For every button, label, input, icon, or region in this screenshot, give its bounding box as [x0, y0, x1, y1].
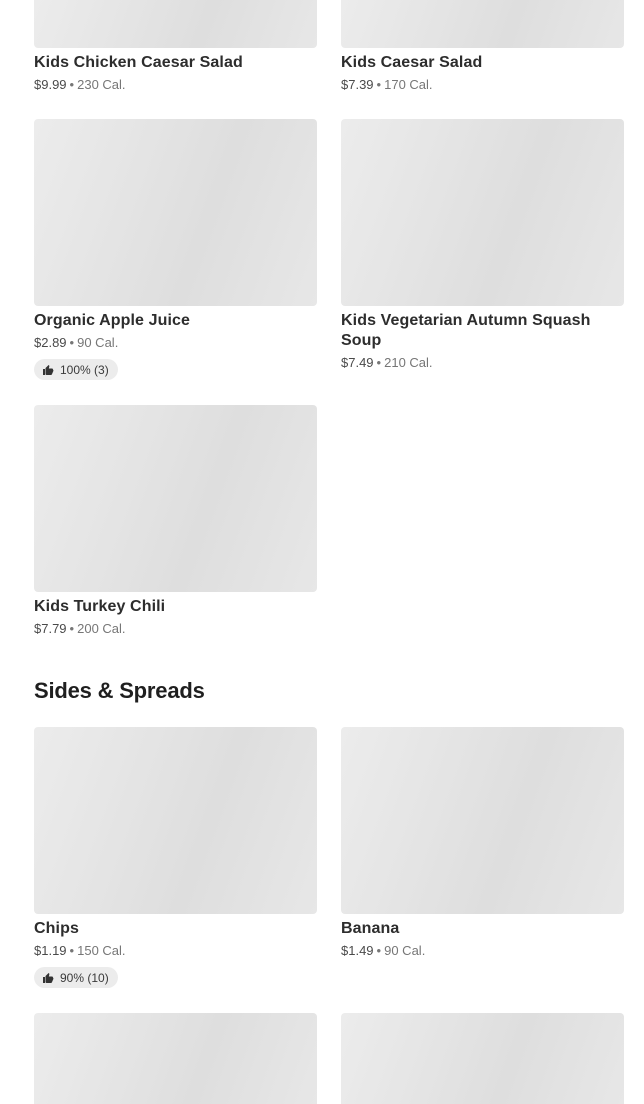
rating-text: 100% (3) [60, 362, 109, 377]
item-calories: 170 Cal. [384, 77, 433, 92]
menu-item-card[interactable] [34, 1013, 317, 1104]
thumbs-up-icon [43, 972, 54, 983]
item-calories: 230 Cal. [77, 77, 126, 92]
menu-item-card[interactable]: Kids Vegetarian Autumn Squash Soup $7.49… [341, 119, 624, 371]
rating-badge: 100% (3) [34, 359, 118, 380]
section-title: Sides & Spreads [34, 678, 205, 703]
item-calories: 90 Cal. [384, 943, 426, 958]
item-calories: 210 Cal. [384, 355, 433, 370]
item-calories: 200 Cal. [77, 621, 126, 636]
item-meta: $9.99 • 230 Cal. [34, 77, 317, 93]
item-meta: $1.19 • 150 Cal. [34, 943, 317, 959]
separator-dot: • [69, 77, 75, 92]
item-name: Chips [34, 920, 79, 937]
item-meta: $7.79 • 200 Cal. [34, 621, 317, 637]
rating-badge: 90% (10) [34, 967, 118, 988]
item-name: Kids Turkey Chili [34, 598, 166, 615]
item-image [34, 0, 317, 48]
item-name: Kids Vegetarian Autumn Squash Soup [341, 312, 591, 349]
separator-dot: • [376, 77, 382, 92]
item-image [341, 119, 624, 306]
thumbs-up-icon [43, 364, 54, 375]
item-meta: $7.49 • 210 Cal. [341, 355, 624, 371]
menu-item-card[interactable]: Kids Caesar Salad $7.39 • 170 Cal. [341, 0, 624, 93]
item-meta: $1.49 • 90 Cal. [341, 943, 624, 959]
item-image [341, 0, 624, 48]
item-image [34, 119, 317, 306]
item-price: $1.19 [34, 943, 67, 958]
item-image [34, 1013, 317, 1104]
menu-item-card[interactable]: Kids Chicken Caesar Salad $9.99 • 230 Cal. [34, 0, 317, 93]
item-calories: 90 Cal. [77, 335, 119, 350]
separator-dot: • [376, 355, 382, 370]
item-name: Kids Chicken Caesar Salad [34, 54, 243, 71]
item-image [341, 727, 624, 914]
item-name: Organic Apple Juice [34, 312, 191, 329]
item-price: $2.89 [34, 335, 67, 350]
separator-dot: • [69, 335, 75, 350]
item-name: Kids Caesar Salad [341, 54, 483, 71]
menu-item-card[interactable]: Kids Turkey Chili $7.79 • 200 Cal. [34, 405, 317, 637]
item-price: $7.79 [34, 621, 67, 636]
rating-text: 90% (10) [60, 970, 109, 985]
item-meta: $2.89 • 90 Cal. [34, 335, 317, 351]
item-image [341, 1013, 624, 1104]
item-price: $7.49 [341, 355, 374, 370]
separator-dot: • [69, 943, 75, 958]
item-name: Banana [341, 920, 400, 937]
item-price: $7.39 [341, 77, 374, 92]
menu-item-card[interactable]: Chips $1.19 • 150 Cal. 90% (10) [34, 727, 317, 989]
separator-dot: • [376, 943, 382, 958]
item-meta: $7.39 • 170 Cal. [341, 77, 624, 93]
item-image [34, 405, 317, 592]
menu-item-card[interactable] [341, 1013, 624, 1104]
item-price: $9.99 [34, 77, 67, 92]
item-image [34, 727, 317, 914]
menu-item-card[interactable]: Banana $1.49 • 90 Cal. [341, 727, 624, 959]
separator-dot: • [69, 621, 75, 636]
menu-item-card[interactable]: Organic Apple Juice $2.89 • 90 Cal. 100% (… [34, 119, 317, 381]
item-calories: 150 Cal. [77, 943, 126, 958]
item-price: $1.49 [341, 943, 374, 958]
